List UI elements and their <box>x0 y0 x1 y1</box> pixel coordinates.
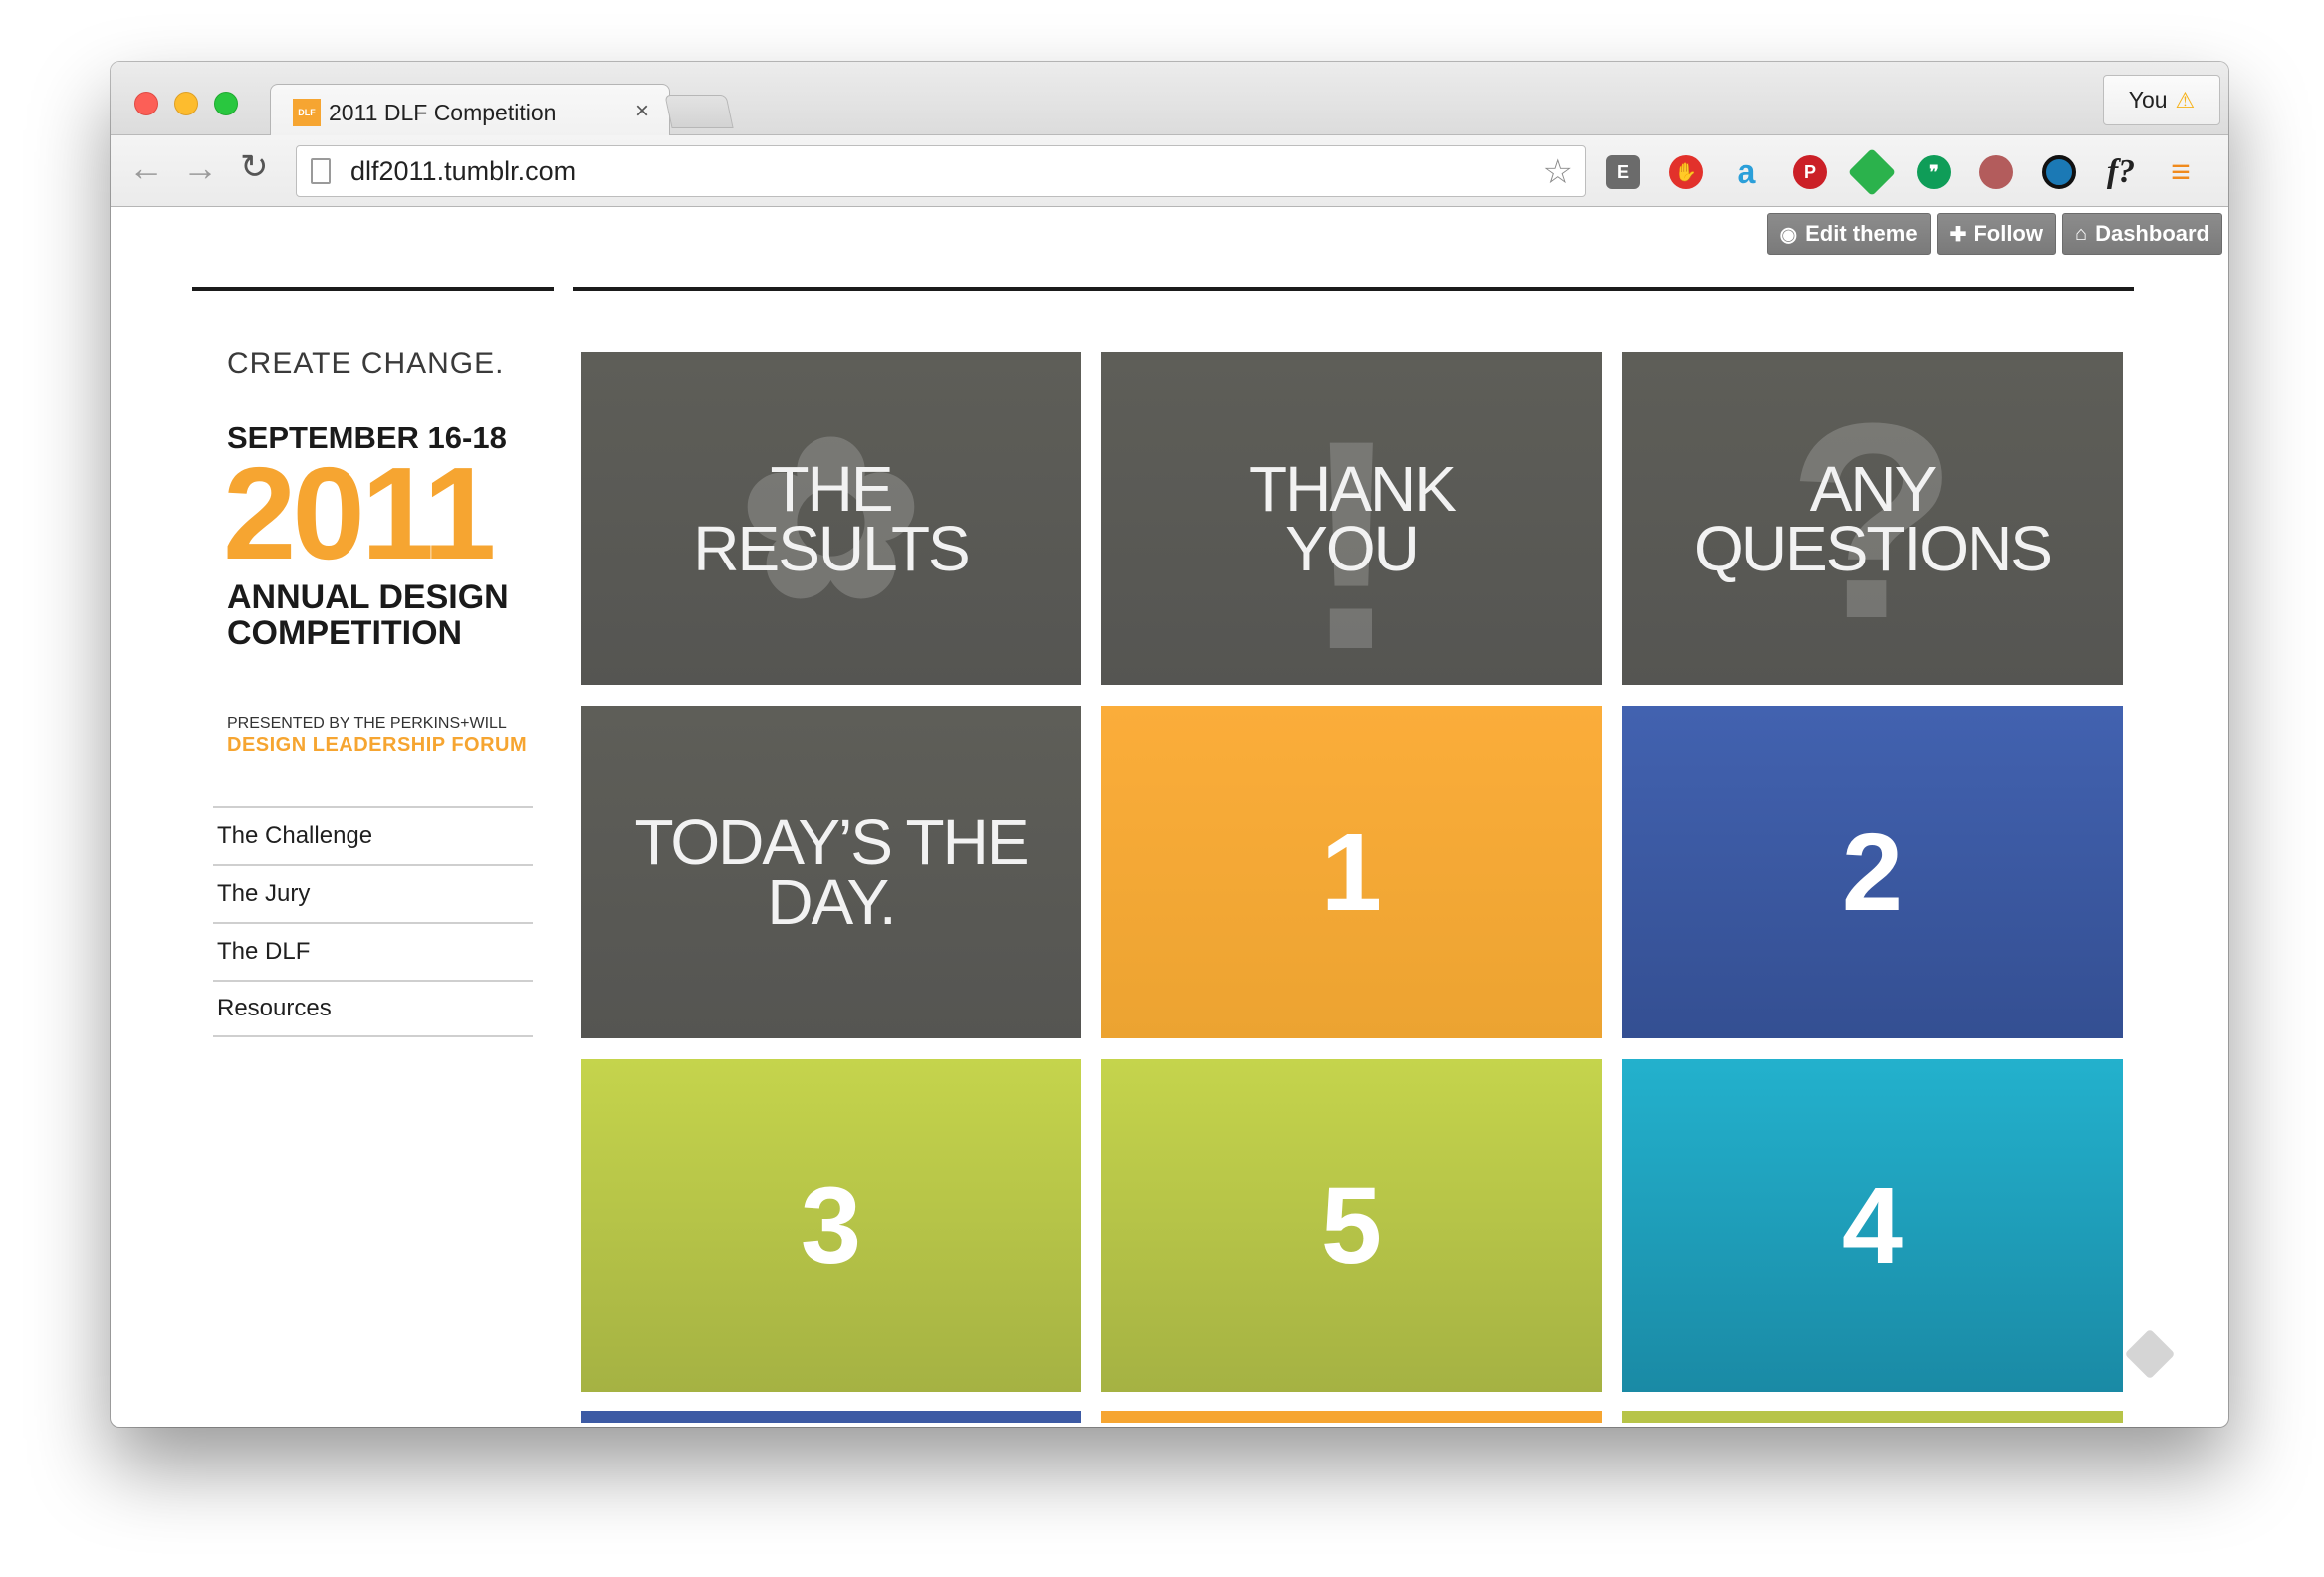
eye-icon[interactable] <box>2042 155 2076 189</box>
dashboard-label: Dashboard <box>2095 221 2209 246</box>
close-window-button[interactable] <box>134 92 158 115</box>
brand-forum: DESIGN LEADERSHIP FORUM <box>227 734 528 756</box>
feedly-float-icon[interactable] <box>2124 1328 2176 1380</box>
dashboard-button[interactable]: ⌂ Dashboard <box>2061 213 2222 255</box>
edit-theme-label: Edit theme <box>1805 221 1918 246</box>
brand-tagline: CREATE CHANGE. <box>227 347 505 380</box>
nav-item-dlf[interactable]: The DLF <box>213 922 533 980</box>
address-bar[interactable]: dlf2011.tumblr.com ☆ <box>296 145 1586 197</box>
tile-2-number: 2 <box>1841 810 1904 934</box>
adblock-icon[interactable]: ✋ <box>1669 155 1703 189</box>
tile-4-number: 4 <box>1841 1164 1904 1287</box>
brand-year: 2011 <box>223 440 496 586</box>
tile-any-questions[interactable]: ? ANY QUESTIONS <box>1622 352 2123 685</box>
tile-5[interactable]: 5 <box>1101 1059 1602 1392</box>
content-divider <box>573 287 2134 291</box>
bookmark-star-icon[interactable]: ☆ <box>1543 152 1573 192</box>
evernote-icon[interactable]: E <box>1606 155 1640 189</box>
font-icon[interactable]: f? <box>2104 153 2138 190</box>
tile-1[interactable]: 1 <box>1101 706 1602 1038</box>
tile-2[interactable]: 2 <box>1622 706 2123 1038</box>
nav-item-resources[interactable]: Resources <box>213 980 533 1037</box>
browser-toolbar: ← → ↻ dlf2011.tumblr.com ☆ E ✋ a P ❞ f? … <box>111 135 2228 207</box>
tile-3[interactable]: 3 <box>581 1059 1081 1392</box>
nav-item-jury[interactable]: The Jury <box>213 864 533 922</box>
tile-thank-you-text: THANK YOU <box>1249 453 1457 584</box>
tile-4[interactable]: 4 <box>1622 1059 2123 1392</box>
tile-any-questions-text: ANY QUESTIONS <box>1694 453 2053 584</box>
new-tab-button[interactable] <box>664 95 734 128</box>
browser-window: DLF 2011 DLF Competition × You ⚠ ← → ↻ d… <box>111 62 2228 1427</box>
menu-icon[interactable]: ≡ <box>2164 153 2198 191</box>
amazon-icon[interactable]: a <box>1730 153 1763 191</box>
profile-button[interactable]: You ⚠ <box>2103 75 2220 125</box>
follow-button[interactable]: ✚ Follow <box>1936 213 2056 255</box>
profile-name: You <box>2128 87 2168 113</box>
pinterest-icon[interactable]: P <box>1793 155 1827 189</box>
tile-partial-orange[interactable] <box>1101 1411 1602 1423</box>
reload-icon[interactable]: ↻ <box>240 147 269 187</box>
tab-bar: DLF 2011 DLF Competition × You ⚠ <box>111 62 2228 136</box>
brand-presented-by: PRESENTED BY THE PERKINS+WILL <box>227 715 507 732</box>
tile-partial-green[interactable] <box>1622 1411 2123 1423</box>
page-icon <box>311 158 331 184</box>
brand-competition: ANNUAL DESIGN COMPETITION <box>227 578 509 652</box>
tab-close-icon[interactable]: × <box>635 98 649 125</box>
minimize-window-button[interactable] <box>174 92 198 115</box>
edit-theme-button[interactable]: ◉ Edit theme <box>1766 213 1931 255</box>
eye-icon: ◉ <box>1779 223 1798 246</box>
home-icon: ⌂ <box>2074 222 2088 245</box>
tile-results[interactable]: ✿ THE RESULTS <box>581 352 1081 685</box>
tile-thank-you[interactable]: ! THANK YOU <box>1101 352 1602 685</box>
apple-icon[interactable] <box>1979 155 2013 189</box>
back-icon[interactable]: ← <box>128 147 164 189</box>
tile-partial-blue[interactable] <box>581 1411 1081 1423</box>
tumblr-controls: ◉ Edit theme ✚ Follow ⌂ Dashboard <box>1766 213 2222 255</box>
tile-todays-the-day[interactable]: TODAY’S THE DAY. <box>581 706 1081 1038</box>
tab-title: 2011 DLF Competition <box>329 100 557 125</box>
forward-icon[interactable]: → <box>182 147 218 189</box>
tile-5-number: 5 <box>1320 1164 1383 1287</box>
sidebar-divider <box>192 287 554 291</box>
tile-todays-the-day-text: TODAY’S THE DAY. <box>634 806 1029 938</box>
dlf-favicon-icon: DLF <box>293 99 321 126</box>
zoom-window-button[interactable] <box>214 92 238 115</box>
tile-results-text: THE RESULTS <box>693 453 970 584</box>
warning-icon: ⚠ <box>2175 87 2196 113</box>
tile-3-number: 3 <box>800 1164 862 1287</box>
plus-icon: ✚ <box>1949 223 1967 246</box>
feedly-icon[interactable] <box>1847 147 1897 197</box>
browser-tab[interactable]: DLF 2011 DLF Competition × <box>270 84 670 136</box>
url-text: dlf2011.tumblr.com <box>350 156 577 186</box>
follow-label: Follow <box>1974 221 2043 246</box>
hangouts-icon[interactable]: ❞ <box>1917 155 1951 189</box>
sidebar-nav: The Challenge The Jury The DLF Resources <box>213 806 533 1037</box>
tile-1-number: 1 <box>1320 810 1383 934</box>
nav-item-challenge[interactable]: The Challenge <box>213 806 533 864</box>
